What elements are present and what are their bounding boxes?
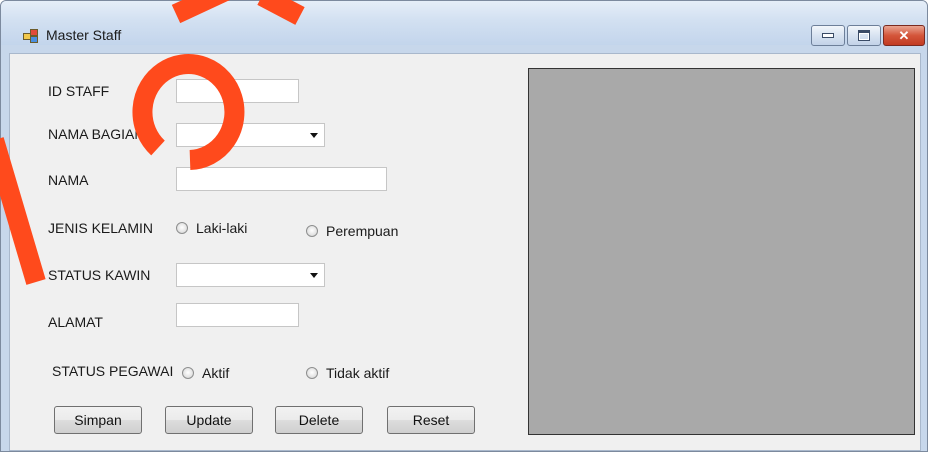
radio-perempuan[interactable]: Perempuan: [306, 223, 398, 239]
radio-laki-laki[interactable]: Laki-laki: [176, 220, 247, 236]
alamat-input[interactable]: [176, 303, 299, 327]
window-title: Master Staff: [46, 27, 122, 43]
radio-laki-laki-label: Laki-laki: [196, 220, 248, 236]
chevron-down-icon: [310, 273, 318, 278]
close-button[interactable]: ✕: [883, 25, 925, 46]
nama-bagian-dropdown[interactable]: [176, 123, 325, 147]
master-staff-window: Master Staff ✕ ID STAFF NAMA BAGIAN NAMA…: [0, 0, 928, 452]
radio-tidak-aktif[interactable]: Tidak aktif: [306, 365, 389, 381]
delete-button[interactable]: Delete: [275, 406, 363, 434]
jenis-kelamin-label: JENIS KELAMIN: [48, 220, 154, 236]
form-client-area: ID STAFF NAMA BAGIAN NAMA JENIS KELAMIN …: [9, 53, 921, 451]
nama-input[interactable]: [176, 167, 387, 191]
close-icon: ✕: [898, 28, 910, 43]
radio-tidak-aktif-label: Tidak aktif: [326, 365, 390, 381]
reset-button[interactable]: Reset: [387, 406, 475, 434]
radio-aktif-label: Aktif: [202, 365, 230, 381]
chevron-down-icon: [310, 133, 318, 138]
radio-aktif[interactable]: Aktif: [182, 365, 229, 381]
minimize-button[interactable]: [811, 25, 845, 46]
simpan-button[interactable]: Simpan: [54, 406, 142, 434]
photo-picture-box[interactable]: [528, 68, 915, 435]
status-kawin-label: STATUS KAWIN: [48, 267, 151, 283]
radio-perempuan-label: Perempuan: [326, 223, 399, 239]
status-kawin-dropdown[interactable]: [176, 263, 325, 287]
radio-circle-icon: [176, 222, 188, 234]
title-bar[interactable]: Master Staff ✕: [1, 1, 927, 46]
radio-circle-icon: [306, 225, 318, 237]
radio-circle-icon: [306, 367, 318, 379]
minimize-icon: [822, 33, 834, 38]
maximize-button[interactable]: [847, 25, 881, 46]
status-pegawai-label: STATUS PEGAWAI: [52, 363, 174, 379]
id-staff-label: ID STAFF: [48, 83, 110, 99]
id-staff-input[interactable]: [176, 79, 299, 103]
radio-circle-icon: [182, 367, 194, 379]
update-button[interactable]: Update: [165, 406, 253, 434]
nama-label: NAMA: [48, 172, 89, 188]
alamat-label: ALAMAT: [48, 314, 103, 330]
app-form-icon: [23, 29, 39, 43]
nama-bagian-label: NAMA BAGIAN: [48, 126, 145, 142]
maximize-icon: [858, 30, 870, 41]
